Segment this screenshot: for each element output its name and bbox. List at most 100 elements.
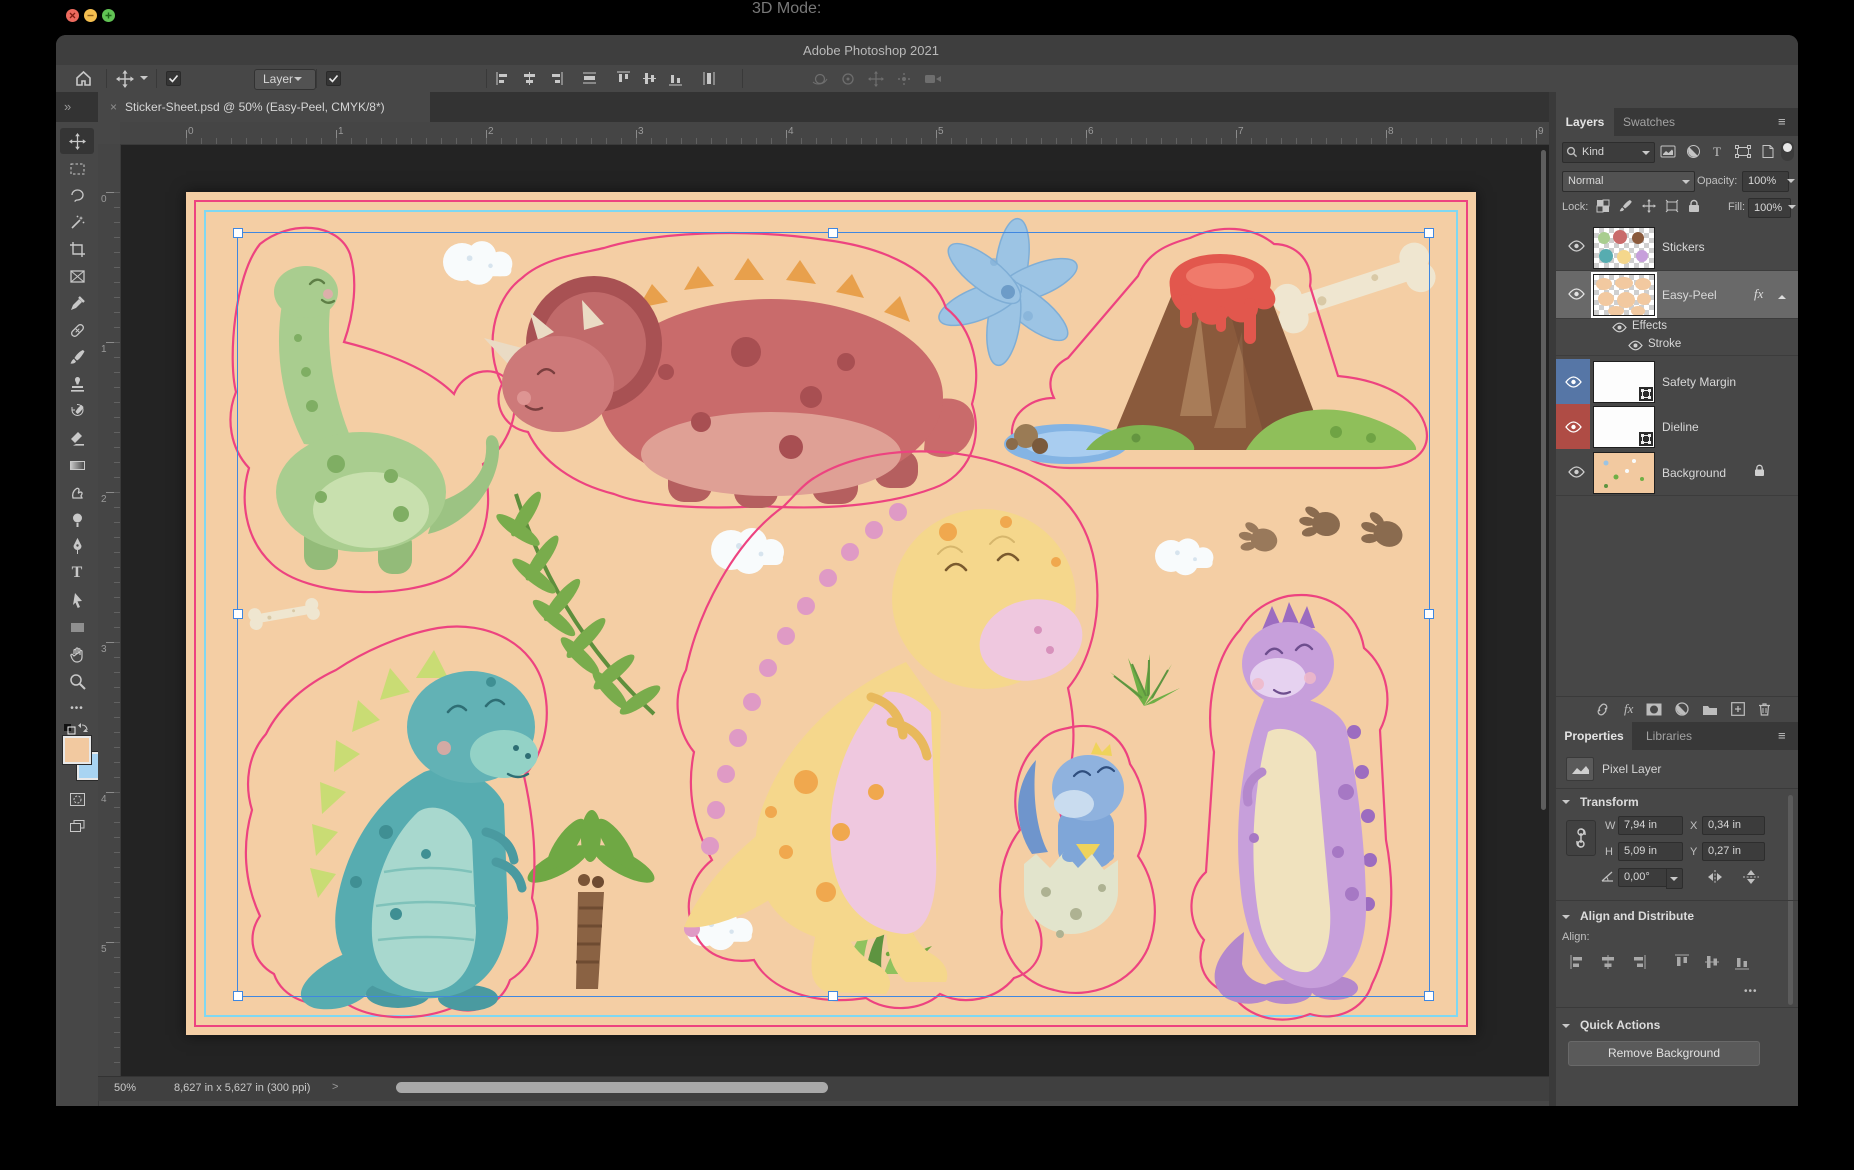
vertical-scrollbar[interactable] bbox=[1541, 150, 1546, 810]
layer-row-stickers[interactable]: Stickers bbox=[1556, 224, 1798, 271]
pen-tool[interactable] bbox=[60, 533, 94, 559]
layer-thumbnail[interactable] bbox=[1593, 361, 1655, 403]
auto-select-scope-dropdown[interactable]: Layer bbox=[254, 69, 316, 90]
transform-handle-middle-right[interactable] bbox=[1424, 609, 1434, 619]
align-top-edges-icon[interactable] bbox=[616, 71, 631, 86]
3d-roll-icon[interactable] bbox=[840, 71, 856, 87]
align-top-edges-icon[interactable] bbox=[1674, 954, 1690, 970]
visibility-eye-icon[interactable] bbox=[1568, 466, 1585, 478]
remove-background-button[interactable]: Remove Background bbox=[1568, 1041, 1760, 1066]
tab-libraries[interactable]: Libraries bbox=[1636, 722, 1702, 750]
rotation-dropdown[interactable] bbox=[1666, 868, 1683, 889]
filter-toggle[interactable] bbox=[1781, 141, 1794, 161]
opacity-field[interactable]: 100% bbox=[1742, 171, 1789, 192]
align-right-edges-icon[interactable] bbox=[548, 71, 563, 86]
3d-pan-icon[interactable] bbox=[868, 71, 884, 87]
width-field[interactable]: 7,94 in bbox=[1618, 816, 1683, 835]
zoom-window-button[interactable] bbox=[102, 9, 115, 22]
filter-adjustment-layers-icon[interactable] bbox=[1686, 144, 1701, 159]
layer-row-effects[interactable]: Effects bbox=[1556, 319, 1798, 336]
align-more-icon[interactable]: ••• bbox=[1744, 986, 1758, 997]
tab-swatches[interactable]: Swatches bbox=[1614, 108, 1684, 136]
visibility-eye-icon[interactable] bbox=[1565, 421, 1582, 433]
vertical-ruler[interactable]: 0 1 2 3 4 5 bbox=[98, 144, 121, 1076]
align-left-edges-icon[interactable] bbox=[496, 71, 511, 86]
layer-row-easy-peel[interactable]: Easy-Peel fx bbox=[1556, 271, 1798, 319]
marquee-tool[interactable] bbox=[60, 155, 94, 181]
layer-thumbnail[interactable] bbox=[1593, 274, 1655, 316]
link-layers-icon[interactable] bbox=[1594, 702, 1611, 717]
panel-menu-icon[interactable]: ≡ bbox=[1778, 114, 1786, 129]
align-left-edges-icon[interactable] bbox=[1570, 954, 1586, 970]
dodge-tool[interactable] bbox=[60, 506, 94, 532]
layer-row-dieline[interactable]: Dieline bbox=[1556, 404, 1798, 450]
eraser-tool[interactable] bbox=[60, 425, 94, 451]
distribute-horizontal-icon[interactable] bbox=[582, 71, 597, 86]
align-vertical-centers-icon[interactable] bbox=[1704, 954, 1720, 970]
add-mask-icon[interactable] bbox=[1646, 703, 1662, 716]
auto-select-checkbox[interactable] bbox=[166, 71, 181, 86]
layer-row-stroke[interactable]: Stroke bbox=[1556, 336, 1798, 356]
3d-slide-icon[interactable] bbox=[896, 71, 912, 87]
home-icon[interactable] bbox=[74, 69, 93, 88]
gradient-tool[interactable] bbox=[60, 452, 94, 478]
flip-vertical-icon[interactable] bbox=[1742, 869, 1760, 885]
transform-handle-top-right[interactable] bbox=[1424, 228, 1434, 238]
filter-smart-objects-icon[interactable] bbox=[1761, 144, 1775, 159]
align-bottom-edges-icon[interactable] bbox=[1734, 954, 1750, 970]
brush-tool[interactable] bbox=[60, 344, 94, 370]
new-layer-icon[interactable] bbox=[1731, 702, 1745, 716]
visibility-eye-icon[interactable] bbox=[1612, 322, 1627, 333]
smudge-tool[interactable] bbox=[60, 479, 94, 505]
layer-filter-kind-dropdown[interactable]: Kind bbox=[1562, 142, 1655, 163]
shape-tool[interactable] bbox=[60, 614, 94, 640]
adjustment-layer-icon[interactable] bbox=[1675, 702, 1689, 716]
lock-all-icon[interactable] bbox=[1688, 199, 1700, 213]
swap-colors-icon[interactable] bbox=[62, 722, 92, 736]
transform-handle-middle-left[interactable] bbox=[233, 609, 243, 619]
clone-stamp-tool[interactable] bbox=[60, 371, 94, 397]
fill-field[interactable]: 100% bbox=[1748, 198, 1791, 218]
close-tab-icon[interactable]: × bbox=[110, 100, 117, 114]
collapse-transform-icon[interactable] bbox=[1562, 800, 1570, 808]
transform-handle-bottom-left[interactable] bbox=[233, 991, 243, 1001]
close-window-button[interactable] bbox=[66, 9, 79, 22]
eyedropper-tool[interactable] bbox=[60, 290, 94, 316]
layer-row-safety-margin[interactable]: Safety Margin bbox=[1556, 359, 1798, 405]
move-tool-option-icon[interactable] bbox=[116, 70, 134, 88]
collapse-effects-icon[interactable] bbox=[1778, 291, 1786, 299]
lock-artboard-icon[interactable] bbox=[1665, 199, 1679, 213]
show-transform-checkbox[interactable] bbox=[326, 71, 341, 86]
chevron-down-icon[interactable] bbox=[1788, 205, 1796, 213]
ruler-origin-box[interactable] bbox=[98, 122, 121, 145]
3d-orbit-icon[interactable] bbox=[812, 71, 828, 87]
object-selection-tool[interactable] bbox=[60, 209, 94, 235]
chevron-down-icon[interactable] bbox=[1787, 179, 1795, 187]
align-right-edges-icon[interactable] bbox=[1630, 954, 1646, 970]
x-field[interactable]: 0,34 in bbox=[1702, 816, 1765, 835]
document-tab[interactable]: ×Sticker-Sheet.psd @ 50% (Easy-Peel, CMY… bbox=[98, 92, 430, 122]
transform-bounding-box[interactable] bbox=[237, 232, 1430, 997]
transform-handle-top-center[interactable] bbox=[828, 228, 838, 238]
move-tool[interactable] bbox=[60, 128, 94, 154]
constrain-proportions-toggle[interactable] bbox=[1566, 820, 1596, 856]
zoom-tool[interactable] bbox=[60, 668, 94, 694]
hand-tool[interactable] bbox=[60, 641, 94, 667]
delete-layer-icon[interactable] bbox=[1758, 702, 1771, 716]
rotation-field[interactable]: 0,00° bbox=[1618, 868, 1671, 887]
new-group-icon[interactable] bbox=[1702, 703, 1718, 716]
transform-handle-bottom-right[interactable] bbox=[1424, 991, 1434, 1001]
align-horizontal-centers-icon[interactable] bbox=[1600, 954, 1616, 970]
lock-pixels-icon[interactable] bbox=[1619, 199, 1633, 213]
quick-mask-icon[interactable] bbox=[60, 786, 94, 812]
screen-mode-icon[interactable] bbox=[60, 813, 94, 839]
tab-properties[interactable]: Properties bbox=[1556, 722, 1632, 750]
layer-fx-badge[interactable]: fx bbox=[1754, 286, 1763, 302]
panel-divider[interactable] bbox=[1549, 92, 1556, 1106]
type-tool[interactable]: T bbox=[60, 560, 94, 586]
visibility-eye-icon[interactable] bbox=[1565, 376, 1582, 388]
path-selection-tool[interactable] bbox=[60, 587, 94, 613]
chevron-down-icon[interactable] bbox=[140, 76, 148, 84]
align-horizontal-centers-icon[interactable] bbox=[522, 71, 537, 86]
horizontal-ruler[interactable]: 0 1 2 3 4 5 6 7 8 9 bbox=[120, 122, 1549, 145]
